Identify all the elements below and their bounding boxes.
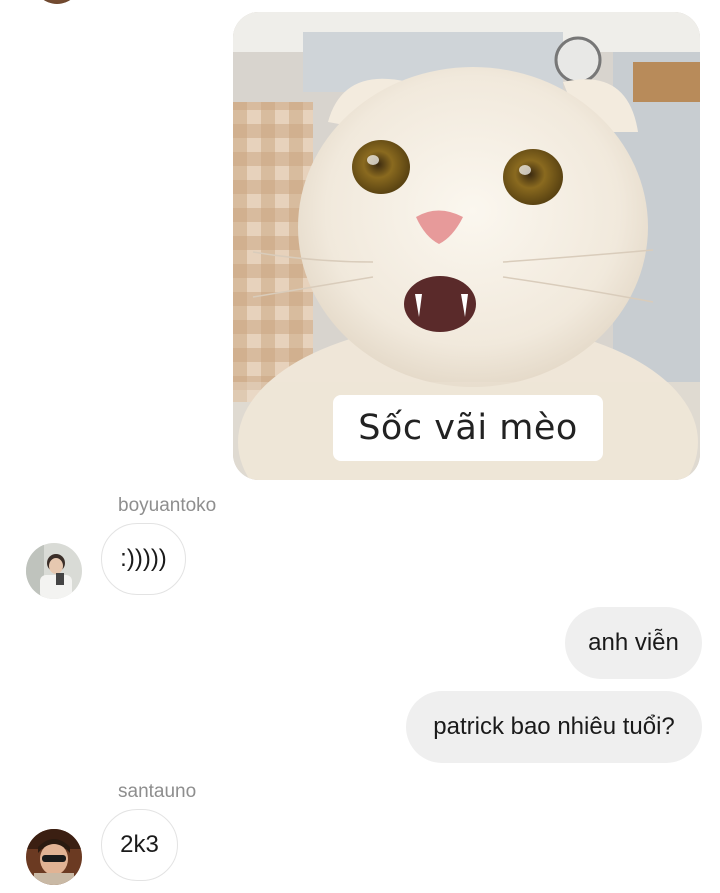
avatar-photo xyxy=(26,543,82,599)
avatar-photo xyxy=(26,829,82,885)
sticker-caption: Sốc vãi mèo xyxy=(333,395,603,461)
message-bubble-outgoing[interactable]: patrick bao nhiêu tuổi? xyxy=(406,691,702,763)
sticker-image-message[interactable]: Sốc vãi mèo xyxy=(233,12,700,480)
message-bubble-outgoing[interactable]: anh viễn xyxy=(565,607,702,679)
sender-name: santauno xyxy=(118,781,197,802)
chat-thread: Sốc vãi mèo boyuantoko :))))) anh viễn p… xyxy=(0,0,720,893)
sender-name: boyuantoko xyxy=(118,495,217,516)
message-bubble-incoming[interactable]: :))))) xyxy=(101,523,186,595)
avatar[interactable] xyxy=(26,543,82,599)
message-bubble-incoming[interactable]: 2k3 xyxy=(101,809,178,881)
avatar[interactable] xyxy=(26,829,82,885)
avatar[interactable] xyxy=(33,0,81,4)
